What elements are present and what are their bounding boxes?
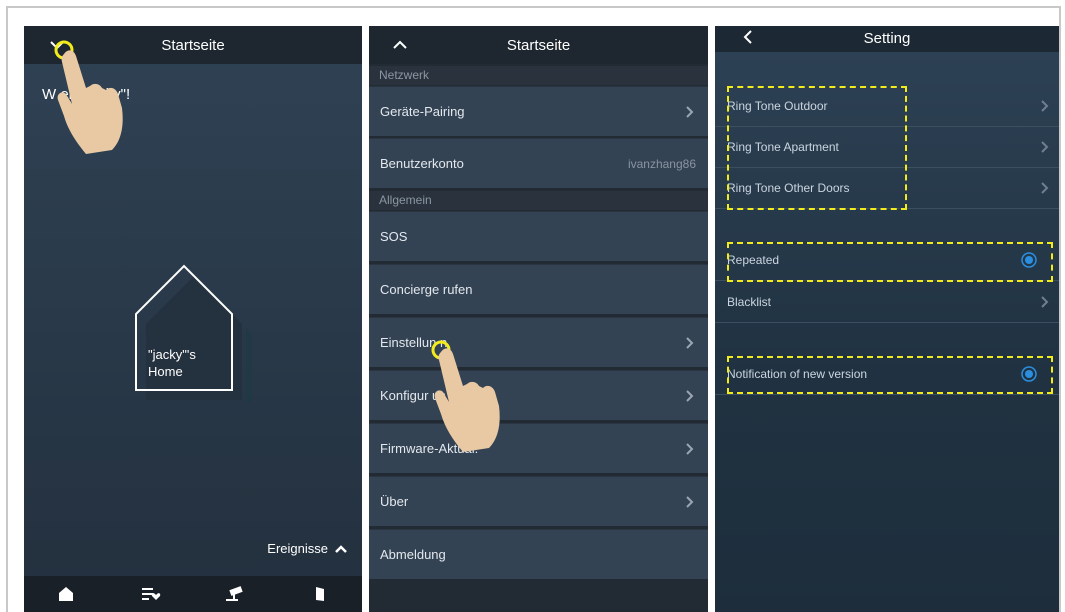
events-toggle[interactable]: Ereignisse: [267, 541, 348, 556]
menu-item-label: Benutzerkonto: [380, 156, 464, 171]
hand-pointer-icon: [434, 348, 500, 452]
menu-item-label: Über: [380, 494, 409, 509]
settings-screen: Setting Ring Tone Outdoor Ring Tone Apar…: [715, 26, 1059, 612]
menu-item-logout[interactable]: Abmeldung: [369, 529, 708, 579]
menu-screen: Startseite Netzwerk Geräte-Pairing Benut…: [369, 26, 708, 612]
bottom-tab-bar: [24, 576, 362, 612]
chevron-up-icon: [335, 544, 347, 553]
menu-header: Startseite: [369, 26, 708, 64]
setting-label: Blacklist: [727, 295, 772, 309]
chevron-right-icon: [1041, 100, 1049, 112]
chevron-up-icon[interactable]: [389, 34, 411, 56]
page-title: Setting: [863, 29, 911, 47]
menu-item-about[interactable]: Über: [369, 476, 708, 526]
home-card-label-line2: Home: [148, 364, 183, 379]
home-icon-card[interactable]: [134, 262, 254, 402]
page-title: Startseite: [506, 36, 571, 54]
menu-item-label: Abmeldung: [380, 547, 446, 562]
chevron-right-icon: [686, 105, 694, 118]
section-header-general: Allgemein: [369, 191, 708, 210]
menu-item-label: Geräte-Pairing: [380, 104, 465, 119]
annotation-ring-tones: [727, 86, 907, 210]
page-title: Startseite: [161, 36, 225, 54]
tab-favorites[interactable]: [131, 576, 171, 612]
annotation-notification: [727, 356, 1053, 394]
menu-item-settings[interactable]: Einstellun n: [369, 317, 708, 367]
back-chevron-icon[interactable]: [737, 26, 759, 48]
menu-item-label: Concierge rufen: [380, 282, 473, 297]
menu-item-call-concierge[interactable]: Concierge rufen: [369, 264, 708, 314]
chevron-right-icon: [686, 495, 694, 508]
menu-item-configuration[interactable]: Konfigur us: [369, 370, 708, 420]
tab-camera[interactable]: [215, 576, 255, 612]
menu-item-device-pairing[interactable]: Geräte-Pairing: [369, 86, 708, 136]
setting-blacklist[interactable]: Blacklist: [715, 282, 1059, 323]
section-header-network: Netzwerk: [369, 66, 708, 85]
account-username: ivanzhang86: [627, 156, 696, 171]
events-label: Ereignisse: [267, 541, 328, 556]
home-screen: Startseite W en "jacky"! "jacky"'s Home …: [24, 26, 362, 612]
tab-door[interactable]: [300, 576, 340, 612]
chevron-right-icon: [1041, 182, 1049, 194]
tab-home[interactable]: [46, 576, 86, 612]
settings-header: Setting: [715, 26, 1059, 52]
menu-item-sos[interactable]: SOS: [369, 211, 708, 261]
camera-icon: [226, 586, 243, 601]
annotation-repeated: [727, 242, 1053, 282]
chevron-right-icon: [686, 442, 694, 455]
home-card-label-line1: "jacky"'s: [148, 347, 196, 362]
chevron-right-icon: [686, 389, 694, 402]
chevron-right-icon: [686, 336, 694, 349]
home-card-label: "jacky"'s Home: [148, 346, 196, 380]
list-heart-icon: [141, 588, 161, 600]
chevron-right-icon: [1041, 141, 1049, 153]
chevron-right-icon: [1041, 296, 1049, 308]
menu-item-label: SOS: [380, 229, 408, 244]
door-icon: [315, 587, 324, 601]
menu-item-firmware-update[interactable]: Firmware-Aktual.: [369, 423, 708, 473]
home-icon: [59, 587, 74, 601]
hand-pointer-icon: [57, 50, 123, 154]
menu-item-user-account[interactable]: Benutzerkonto ivanzhang86: [369, 138, 708, 188]
